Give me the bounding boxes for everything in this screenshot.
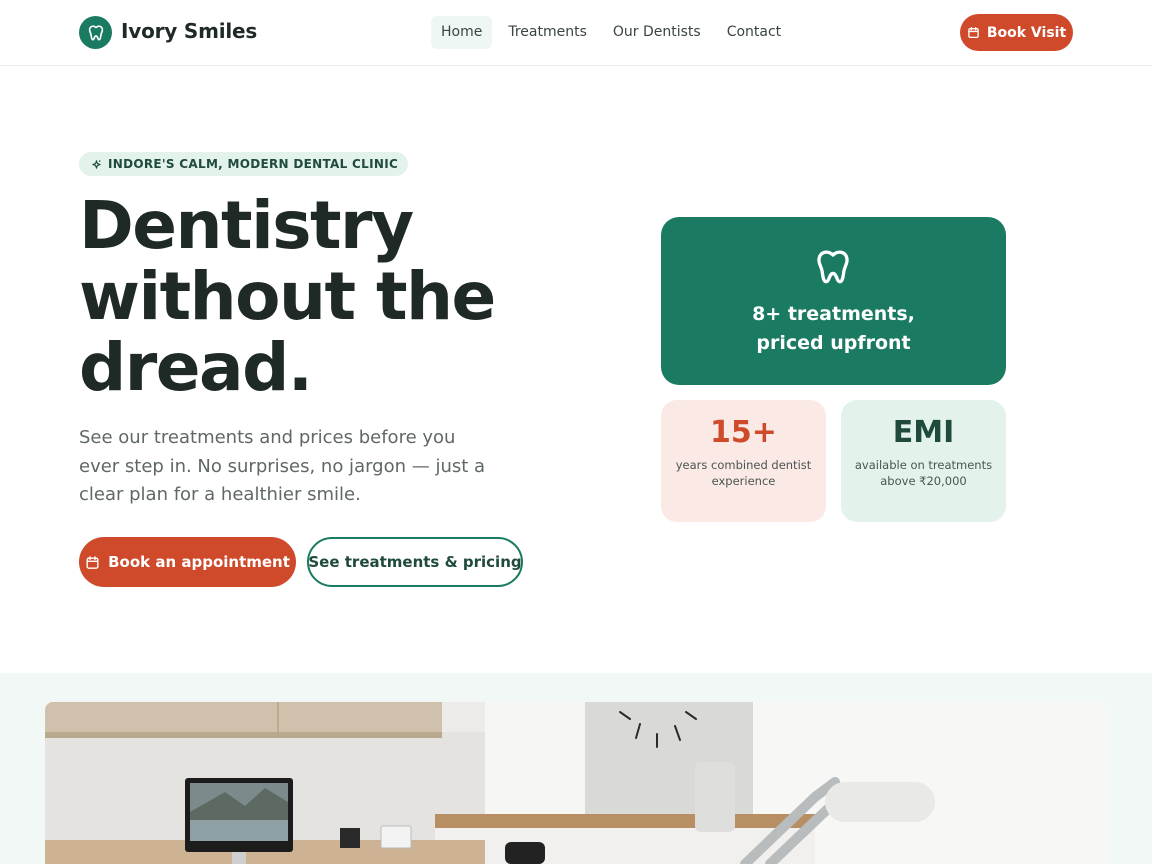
book-visit-button[interactable]: Book Visit	[960, 14, 1073, 51]
nav-treatments[interactable]: Treatments	[498, 16, 597, 49]
experience-label: years combined dentist experience	[675, 458, 812, 488]
calendar-icon	[86, 555, 99, 569]
hero-subtitle: See our treatments and prices before you…	[79, 427, 486, 505]
book-appointment-button[interactable]: Book an appointment	[79, 537, 296, 587]
clinic-photo-art	[45, 702, 1107, 864]
location-badge: INDORE'S CALM, MODERN DENTAL CLINIC	[79, 152, 409, 176]
badge-label: INDORE'S CALM, MODERN DENTAL CLINIC	[108, 157, 399, 171]
hero-title-line-1: Dentistry	[79, 187, 414, 264]
treatments-card-line-1: 8+ treatments,	[752, 303, 915, 325]
clinic-interior-image	[45, 702, 1107, 864]
tooth-icon	[88, 24, 103, 41]
tooth-icon	[817, 250, 849, 284]
emi-card: EMI available on treatments above ₹20,00…	[841, 400, 1006, 522]
main-menu: Home Treatments Our Dentists Contact	[431, 16, 797, 49]
see-treatments-label: See treatments & pricing	[308, 553, 522, 571]
brand-name[interactable]: Ivory Smiles	[121, 19, 257, 43]
experience-value: 15+	[710, 415, 777, 450]
experience-card: 15+ years combined dentist experience	[661, 400, 826, 522]
hero-title-line-2: without the	[79, 258, 496, 335]
brand-logo[interactable]	[79, 16, 112, 49]
treatments-card-line-2: priced upfront	[756, 332, 911, 354]
sparkle-icon	[92, 159, 101, 169]
nav-contact[interactable]: Contact	[717, 16, 791, 49]
nav-home[interactable]: Home	[431, 16, 493, 49]
calendar-icon	[968, 26, 979, 39]
book-visit-label: Book Visit	[986, 24, 1067, 41]
treatments-card: 8+ treatments, priced upfront	[661, 217, 1006, 385]
hero-title: Dentistry without the dread.	[79, 190, 559, 403]
hero-title-line-3: dread.	[79, 329, 313, 406]
see-treatments-button[interactable]: See treatments & pricing	[307, 537, 523, 587]
nav-our-dentists[interactable]: Our Dentists	[603, 16, 711, 49]
emi-label: available on treatments above ₹20,000	[854, 458, 993, 488]
book-appointment-label: Book an appointment	[108, 553, 290, 571]
emi-value: EMI	[892, 415, 955, 450]
top-navigation: Ivory Smiles Home Treatments Our Dentist…	[0, 0, 1152, 66]
